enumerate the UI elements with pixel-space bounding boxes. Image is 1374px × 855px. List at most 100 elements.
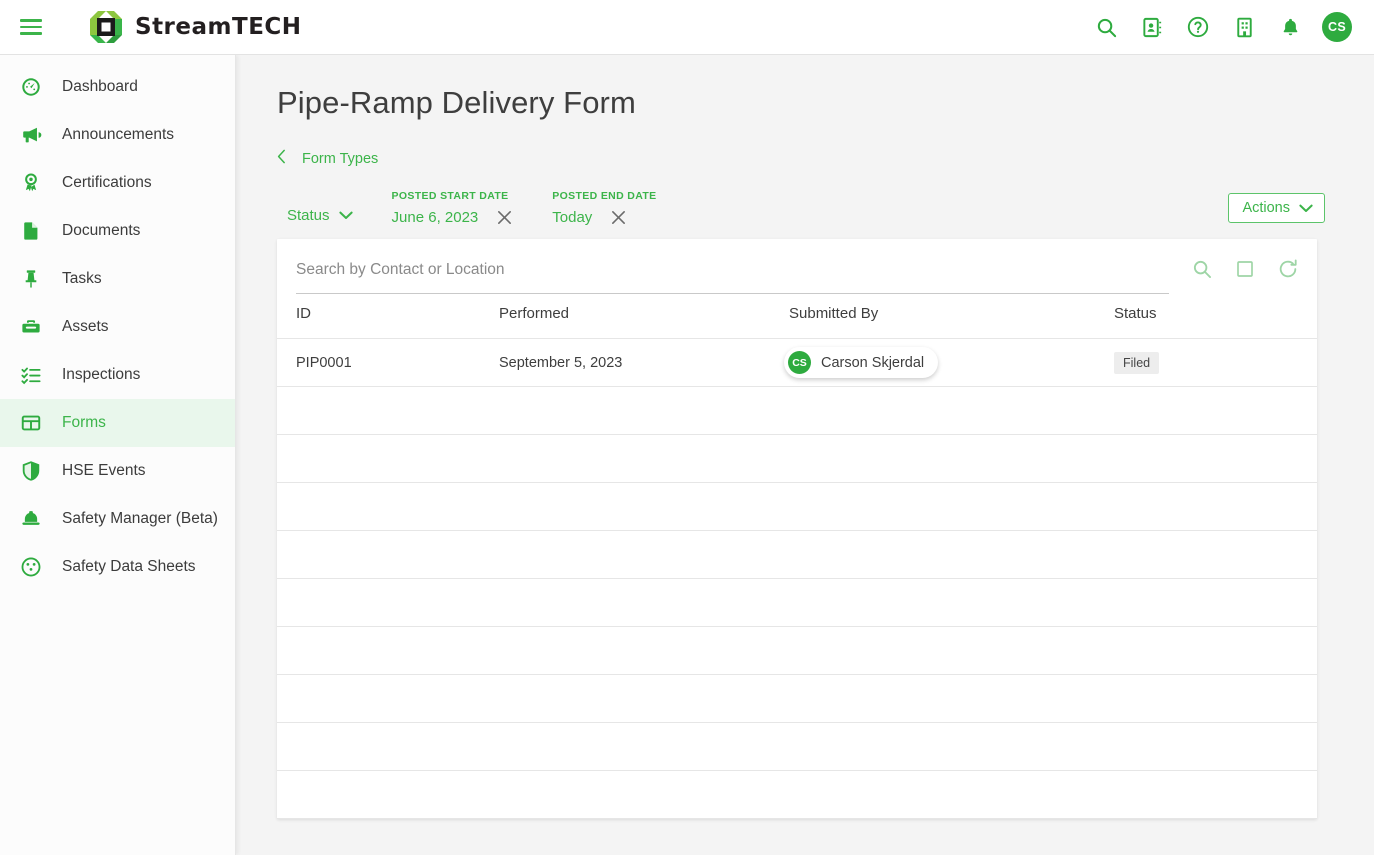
sidebar-item-tasks[interactable]: Tasks — [0, 255, 235, 303]
table-row[interactable]: PIP0001 September 5, 2023 CS Carson Skje… — [277, 339, 1317, 387]
cell-id: PIP0001 — [277, 339, 499, 387]
sidebar-item-safety-manager[interactable]: Safety Manager (Beta) — [0, 495, 235, 543]
user-chip[interactable]: CS Carson Skjerdal — [784, 347, 938, 378]
sidebar-item-label: Dashboard — [62, 78, 138, 96]
cell-empty — [277, 723, 499, 771]
topbar-icon-group: CS — [1092, 12, 1352, 42]
building-icon[interactable] — [1230, 13, 1258, 41]
sidebar-navigation: Dashboard Announcements — [0, 55, 236, 855]
search-action-icons — [1191, 258, 1299, 282]
cell-empty — [277, 771, 499, 819]
search-icon[interactable] — [1191, 258, 1213, 280]
cell-empty — [277, 435, 499, 483]
actions-button[interactable]: Actions — [1228, 193, 1325, 223]
sidebar-item-hse-events[interactable]: HSE Events — [0, 447, 235, 495]
cell-empty — [499, 435, 789, 483]
shield-icon — [14, 460, 48, 482]
select-all-square-icon[interactable] — [1235, 259, 1255, 279]
sidebar-item-assets[interactable]: Assets — [0, 303, 235, 351]
cell-empty — [1114, 435, 1317, 483]
contacts-icon[interactable] — [1138, 13, 1166, 41]
hamburger-menu-icon[interactable] — [20, 14, 46, 40]
column-header-status[interactable]: Status — [1114, 301, 1317, 339]
table-row-empty — [277, 723, 1317, 771]
cell-empty — [1114, 627, 1317, 675]
posted-end-date-filter: POSTED END DATE Today — [552, 190, 656, 226]
document-icon — [14, 220, 48, 242]
dashboard-gauge-icon — [14, 76, 48, 98]
sidebar-item-label: Forms — [62, 414, 106, 432]
column-header-submitted-by[interactable]: Submitted By — [789, 301, 1114, 339]
cell-empty — [1114, 579, 1317, 627]
breadcrumb[interactable]: Form Types — [277, 149, 1325, 168]
cell-empty — [789, 579, 1114, 627]
cell-empty — [789, 483, 1114, 531]
cell-empty — [277, 675, 499, 723]
sidebar-item-label: Inspections — [62, 366, 140, 384]
close-x-icon[interactable] — [496, 209, 513, 226]
brand-name-bold: TECH — [232, 14, 302, 40]
cell-empty — [499, 627, 789, 675]
table-row-empty — [277, 483, 1317, 531]
cell-submitted-by: CS Carson Skjerdal — [789, 339, 1114, 387]
help-icon[interactable] — [1184, 13, 1212, 41]
sidebar-item-certifications[interactable]: Certifications — [0, 159, 235, 207]
sidebar-item-inspections[interactable]: Inspections — [0, 351, 235, 399]
sidebar-item-label: HSE Events — [62, 462, 146, 480]
page-title: Pipe-Ramp Delivery Form — [277, 85, 1325, 121]
table-header-row: ID Performed Submitted By Status — [277, 301, 1317, 339]
sidebar-item-safety-data-sheets[interactable]: Safety Data Sheets — [0, 543, 235, 591]
table-row-empty — [277, 627, 1317, 675]
cell-empty — [277, 483, 499, 531]
cell-empty — [1114, 483, 1317, 531]
table-row-empty — [277, 771, 1317, 819]
chevron-left-icon[interactable] — [277, 149, 286, 168]
posted-start-date-value[interactable]: June 6, 2023 — [392, 209, 479, 226]
cell-empty — [277, 627, 499, 675]
toolbox-icon — [14, 316, 48, 338]
megaphone-icon — [14, 124, 48, 146]
notifications-bell-icon[interactable] — [1276, 13, 1304, 41]
sidebar-item-label: Tasks — [62, 270, 102, 288]
search-row — [277, 239, 1317, 301]
sidebar-item-label: Announcements — [62, 126, 174, 144]
posted-start-date-label: POSTED START DATE — [392, 190, 514, 202]
forms-table: ID Performed Submitted By Status PIP0001… — [277, 301, 1317, 819]
search-input[interactable] — [296, 261, 1169, 279]
sidebar-item-label: Documents — [62, 222, 140, 240]
pushpin-icon — [14, 268, 48, 290]
user-avatar[interactable]: CS — [1322, 12, 1352, 42]
cell-empty — [789, 771, 1114, 819]
sidebar-item-dashboard[interactable]: Dashboard — [0, 63, 235, 111]
chevron-down-icon[interactable] — [339, 211, 353, 220]
cell-empty — [499, 483, 789, 531]
search-field-wrapper — [296, 247, 1169, 294]
main-inner: Pipe-Ramp Delivery Form Form Types Statu… — [236, 55, 1374, 819]
brand-logo[interactable]: StreamTECH — [86, 7, 302, 47]
search-icon[interactable] — [1092, 13, 1120, 41]
column-header-id[interactable]: ID — [277, 301, 499, 339]
cell-empty — [277, 387, 499, 435]
breadcrumb-label[interactable]: Form Types — [302, 151, 378, 167]
cell-empty — [499, 387, 789, 435]
table-row-empty — [277, 387, 1317, 435]
cell-empty — [789, 435, 1114, 483]
column-header-performed[interactable]: Performed — [499, 301, 789, 339]
sidebar-item-label: Certifications — [62, 174, 152, 192]
posted-end-date-row: Today — [552, 209, 656, 226]
cell-empty — [499, 579, 789, 627]
sidebar-item-forms[interactable]: Forms — [0, 399, 235, 447]
checklist-icon — [14, 364, 48, 386]
sidebar-item-documents[interactable]: Documents — [0, 207, 235, 255]
sidebar-item-announcements[interactable]: Announcements — [0, 111, 235, 159]
status-filter-dropdown[interactable]: Status — [287, 207, 353, 226]
posted-start-date-row: June 6, 2023 — [392, 209, 514, 226]
avatar: CS — [788, 351, 811, 374]
close-x-icon[interactable] — [610, 209, 627, 226]
posted-end-date-value[interactable]: Today — [552, 209, 592, 226]
cell-empty — [1114, 387, 1317, 435]
table-grid-icon — [14, 412, 48, 434]
cell-status: Filed — [1114, 339, 1317, 387]
refresh-icon[interactable] — [1277, 258, 1299, 280]
cell-performed: September 5, 2023 — [499, 339, 789, 387]
